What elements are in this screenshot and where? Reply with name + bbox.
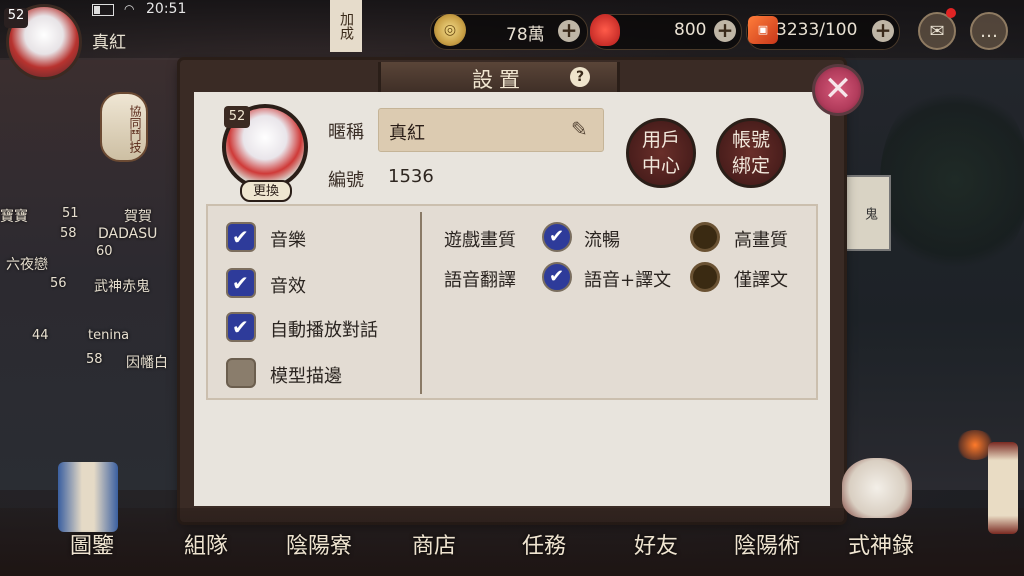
nav-shop[interactable]: 商店 [412,528,456,560]
bg-player-name: 武神赤鬼 [94,279,150,295]
battery-icon [92,4,114,16]
close-button[interactable]: ✕ [812,64,864,116]
notification-dot [946,8,956,18]
bg-player-name: 寶寶 [0,209,28,225]
profile-level-badge: 52 [224,106,250,128]
bg-player-name: DADASU [98,226,158,242]
nav-team[interactable]: 組隊 [184,528,228,560]
add-coins-button[interactable]: + [558,20,580,42]
background-tree [880,80,1024,280]
co-op-battle-lantern[interactable]: 協同鬥技 [100,92,148,162]
bg-player-level: 58 [60,226,77,241]
background-sign: 鬼 [845,175,891,251]
nav-guild[interactable]: 陰陽寮 [286,528,352,560]
background-left-scene [0,60,190,490]
player-name: 真紅 [92,33,126,53]
nav-friends[interactable]: 好友 [634,528,678,560]
edit-pencil-icon[interactable]: ✎ [571,117,588,141]
bg-player-name: tenina [88,328,130,343]
panel-divider [420,212,422,394]
auto-dialog-checkbox[interactable] [226,312,256,342]
quality-label: 遊戲畫質 [444,230,516,251]
nav-onmyoji-skills[interactable]: 陰陽術 [734,528,800,560]
coin-icon: ◎ [434,14,466,46]
quality-high-label: 高畫質 [734,230,788,251]
sfx-label: 音效 [270,276,306,297]
change-avatar-button[interactable]: 更換 [240,180,292,202]
quality-smooth-label: 流暢 [584,230,620,251]
stamina-icon: ▣ [748,16,778,44]
bg-player-level: 56 [50,276,67,291]
auto-dialog-label: 自動播放對話 [270,320,378,341]
scroll-icon[interactable] [988,442,1018,534]
subtitle-only-radio[interactable] [690,262,720,292]
nav-quests[interactable]: 任務 [522,528,566,560]
jade-value: 800 [674,20,707,40]
user-center-button[interactable]: 用戶 中心 [626,118,696,188]
jade-icon [590,14,620,46]
voice-subtitle-label: 語音+譯文 [584,270,672,291]
id-label: 編號 [328,170,364,191]
quality-high-radio[interactable] [690,222,720,252]
add-jade-button[interactable]: + [714,20,736,42]
subtitle-only-label: 僅譯文 [734,270,788,291]
bg-player-level: 44 [32,328,49,343]
bg-player-level: 60 [96,244,113,259]
bg-player-name: 賀賀 [124,209,152,225]
nav-handbook[interactable]: 圖鑒 [70,528,114,560]
account-bind-button[interactable]: 帳號 綁定 [716,118,786,188]
status-time: 20:51 [146,1,187,17]
bg-player-name: 六夜戀 [6,257,48,273]
id-value: 1536 [388,166,434,187]
nav-shikigami-list[interactable]: 式神錄 [848,528,914,560]
music-label: 音樂 [270,230,306,251]
fox-mask-icon [842,458,912,518]
nickname-label: 暱稱 [328,122,364,143]
bg-player-level: 58 [86,352,103,367]
player-level-badge: 52 [4,8,28,28]
nickname-value: 真紅 [389,123,425,144]
model-outline-label: 模型描邊 [270,366,342,387]
bg-player-level: 51 [62,206,79,221]
model-outline-checkbox[interactable] [226,358,256,388]
bg-player-name: 因幡白 [126,355,168,371]
voice-label: 語音翻譯 [444,270,516,291]
stamina-value: 3233/100 [776,20,858,40]
book-icon [58,462,118,532]
chat-icon[interactable]: … [970,12,1008,50]
bonus-banner[interactable]: 加成 [330,0,362,52]
coins-value: 78萬 [506,25,545,45]
add-stamina-button[interactable]: + [872,20,894,42]
quality-smooth-radio[interactable] [542,222,572,252]
voice-subtitle-radio[interactable] [542,262,572,292]
music-checkbox[interactable] [226,222,256,252]
wifi-icon: ◠ [124,2,135,16]
sfx-checkbox[interactable] [226,268,256,298]
nickname-field[interactable]: 真紅 ✎ [378,108,604,152]
